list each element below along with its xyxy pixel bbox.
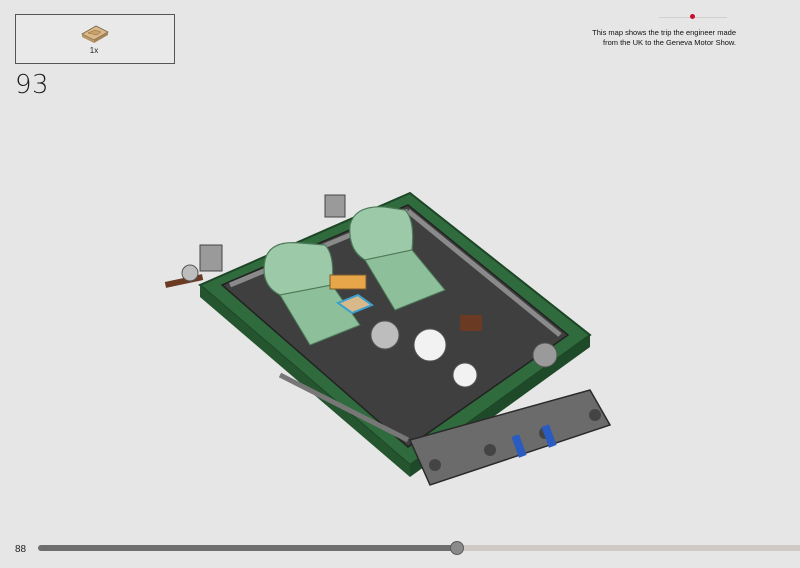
progress-knob[interactable]: [450, 541, 465, 555]
map-note-line1: This map shows the trip the engineer mad…: [592, 28, 736, 37]
parts-callout: 1x: [15, 14, 175, 64]
map-dot-icon: [690, 14, 695, 19]
part-quantity: 1x: [89, 46, 99, 55]
step-number: 93: [15, 70, 50, 100]
page-number: 88: [15, 544, 27, 555]
progress-fill: [38, 545, 458, 551]
map-note-line2: from the UK to the Geneva Motor Show.: [603, 38, 736, 47]
model-illustration: [164, 191, 612, 486]
map-note: This map shows the trip the engineer mad…: [496, 28, 736, 48]
printed-tile-icon: [81, 25, 109, 43]
progress-bar[interactable]: [38, 541, 800, 555]
